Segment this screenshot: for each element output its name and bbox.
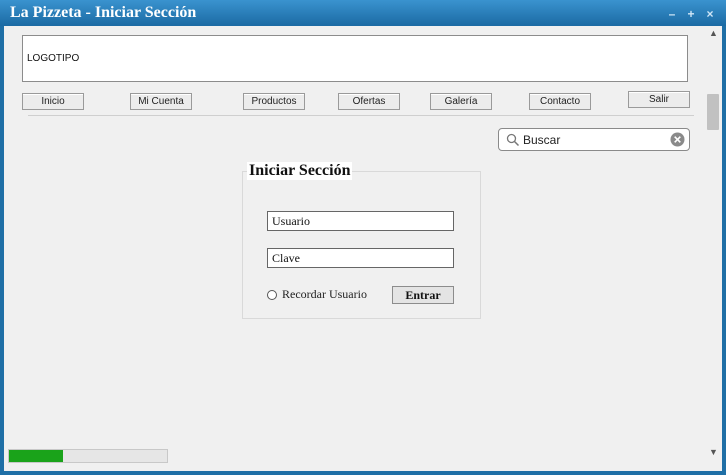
username-field[interactable]: Usuario: [267, 211, 454, 231]
logo-text: LOGOTIPO: [27, 53, 80, 64]
nav-productos-button[interactable]: Productos: [243, 93, 305, 110]
maximize-button[interactable]: +: [683, 7, 699, 21]
nav-salir-button[interactable]: Salir: [628, 91, 690, 108]
logo-area: LOGOTIPO: [22, 35, 688, 82]
remember-radio[interactable]: [267, 290, 277, 300]
nav-ofertas-button[interactable]: Ofertas: [338, 93, 400, 110]
progress-bar: [8, 449, 168, 463]
scroll-up-icon[interactable]: ▲: [708, 28, 719, 38]
nav-mi-cuenta-button[interactable]: Mi Cuenta: [130, 93, 192, 110]
remember-label: Recordar Usuario: [282, 287, 367, 301]
nav-divider: [28, 115, 694, 116]
page-content: LOGOTIPO Inicio Mi Cuenta Productos Ofer…: [4, 26, 705, 471]
window-title: La Pizzeta - Iniciar Sección: [10, 4, 197, 21]
search-icon: [506, 133, 520, 147]
close-button[interactable]: ×: [702, 7, 718, 21]
password-field[interactable]: Clave: [267, 248, 454, 268]
search-input[interactable]: Buscar: [498, 128, 690, 151]
nav-galeria-button[interactable]: Galería: [430, 93, 492, 110]
login-title: Iniciar Sección: [247, 162, 353, 180]
scroll-thumb[interactable]: [707, 94, 719, 130]
app-window: La Pizzeta - Iniciar Sección – + × LOGOT…: [0, 0, 726, 475]
progress-fill: [9, 450, 63, 462]
vertical-scrollbar[interactable]: ▲ ▼: [705, 26, 722, 471]
minimize-button[interactable]: –: [664, 7, 680, 21]
nav-inicio-button[interactable]: Inicio: [22, 93, 84, 110]
scroll-down-icon[interactable]: ▼: [708, 447, 719, 457]
nav-contacto-button[interactable]: Contacto: [529, 93, 591, 110]
enter-button[interactable]: Entrar: [392, 286, 454, 304]
clear-icon[interactable]: [670, 132, 685, 147]
search-text: Buscar: [523, 133, 561, 147]
title-bar[interactable]: La Pizzeta - Iniciar Sección – + ×: [0, 0, 726, 26]
